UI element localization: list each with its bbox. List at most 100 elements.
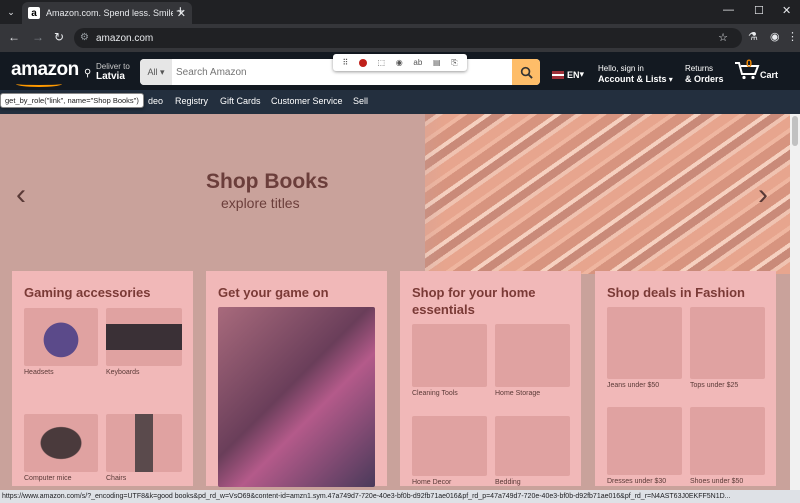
tile-tops[interactable]: Tops under $25 <box>690 307 765 389</box>
tile-gaming-pc[interactable] <box>218 307 375 487</box>
search-category-label: All <box>147 67 158 77</box>
bookmark-star-icon[interactable]: ☆ <box>718 31 728 44</box>
tab-search-icon[interactable]: ⌄ <box>4 5 18 19</box>
cart-button[interactable]: 0 Cart <box>734 58 778 80</box>
tile-label: Cleaning Tools <box>412 390 458 397</box>
tab-title: Amazon.com. Spend less. Smile <box>46 8 173 18</box>
tile-label: Home Decor <box>412 479 452 486</box>
page-scrollbar[interactable] <box>790 114 800 490</box>
status-bar-url: https://www.amazon.com/s/?_encoding=UTF8… <box>0 490 800 503</box>
card-fashion-deals[interactable]: Shop deals in Fashion Jeans under $50 To… <box>595 271 776 486</box>
tile-label: Keyboards <box>106 369 140 376</box>
returns-label: Returns <box>685 64 714 73</box>
hero-title[interactable]: Shop Books <box>206 170 329 194</box>
browser-tab-bar: ⌄ a Amazon.com. Spend less. Smile ✕ + — … <box>0 0 800 24</box>
carousel-prev-icon[interactable]: ‹ <box>16 178 26 212</box>
pick-locator-icon[interactable]: ⬚ <box>378 58 386 67</box>
bedding-image <box>495 416 570 476</box>
tile-headsets[interactable]: Headsets <box>24 308 98 376</box>
new-tab-icon[interactable]: + <box>176 3 185 20</box>
tile-shoes[interactable]: Shoes under $50 <box>690 407 765 485</box>
tile-bedding[interactable]: Bedding <box>495 416 570 486</box>
reload-icon[interactable]: ↻ <box>54 30 64 44</box>
browser-tab[interactable]: a Amazon.com. Spend less. Smile ✕ <box>22 2 192 24</box>
locator-tooltip: get_by_role("link", name="Shop Books") <box>0 93 144 108</box>
assert-value-icon[interactable]: ▤ <box>433 58 441 67</box>
minimize-icon[interactable]: — <box>723 4 734 16</box>
deliver-country: Latvia <box>96 71 125 82</box>
scrollbar-thumb[interactable] <box>792 116 798 146</box>
nav-link-video[interactable]: deo <box>148 96 163 106</box>
record-icon[interactable] <box>358 58 367 67</box>
recorder-toolbar: ⠿ ⬚ ◉ ab ▤ ⎘ <box>333 54 467 71</box>
card-get-your-game-on[interactable]: Get your game on <box>206 271 387 487</box>
deliver-to[interactable]: ⚲ Deliver to Latvia <box>84 62 130 82</box>
tile-dresses[interactable]: Dresses under $30 <box>607 407 682 485</box>
lab-flask-icon[interactable]: ⚗ <box>748 30 758 43</box>
search-category-select[interactable]: All ▾ <box>140 59 172 85</box>
nav-link-customer-service[interactable]: Customer Service <box>271 96 343 106</box>
drag-handle-icon[interactable]: ⠿ <box>342 58 348 67</box>
tile-home-storage[interactable]: Home Storage <box>495 324 570 397</box>
deliver-label: Deliver to <box>96 62 130 71</box>
card-title[interactable]: Get your game on <box>218 284 329 301</box>
shoes-image <box>690 407 765 475</box>
tile-label: Shoes under $50 <box>690 478 744 485</box>
tile-label: Computer mice <box>24 475 72 482</box>
cleaning-tools-image <box>412 324 487 387</box>
tile-label: Headsets <box>24 369 54 376</box>
amazon-favicon-icon: a <box>28 7 40 19</box>
assert-visibility-icon[interactable]: ◉ <box>396 58 403 67</box>
nav-link-registry[interactable]: Registry <box>175 96 208 106</box>
assert-text-icon[interactable]: ab <box>413 58 422 67</box>
tile-chairs[interactable]: Chairs <box>106 414 182 482</box>
jeans-image <box>607 307 682 379</box>
tile-computer-mice[interactable]: Computer mice <box>24 414 98 482</box>
returns-orders[interactable]: Returns & Orders <box>685 63 724 85</box>
dresses-image <box>607 407 682 475</box>
amazon-smile-icon <box>16 81 62 87</box>
card-title[interactable]: Shop deals in Fashion <box>607 284 745 301</box>
home-decor-image <box>412 416 487 476</box>
card-title[interactable]: Gaming accessories <box>24 284 150 301</box>
card-gaming-accessories[interactable]: Gaming accessories Headsets Keyboards Co… <box>12 271 193 486</box>
tile-home-decor[interactable]: Home Decor <box>412 416 487 486</box>
profile-icon[interactable]: ◉ <box>770 30 780 43</box>
hero-subtitle: explore titles <box>221 195 300 211</box>
home-storage-image <box>495 324 570 387</box>
tile-label: Tops under $25 <box>690 382 739 389</box>
headset-image <box>24 308 98 366</box>
account-menu[interactable]: Hello, sign in Account & Lists ▾ <box>598 63 673 85</box>
tile-label: Bedding <box>495 479 521 486</box>
url-bar[interactable]: ⚙ amazon.com ☆ <box>74 28 742 48</box>
back-icon[interactable]: ← <box>8 30 20 44</box>
maximize-icon[interactable]: ☐ <box>754 4 764 17</box>
menu-kebab-icon[interactable]: ⋮ <box>787 30 798 43</box>
tile-label: Jeans under $50 <box>607 382 660 389</box>
hero-banner[interactable]: Shop Books explore titles ‹ › Gaming acc… <box>0 114 790 490</box>
card-home-essentials[interactable]: Shop for your home essentials Cleaning T… <box>400 271 581 486</box>
orders-label: & Orders <box>685 74 724 84</box>
address-toolbar: ← → ↻ ⚙ amazon.com ☆ ⚗ ◉ ⋮ <box>0 24 800 52</box>
nav-link-sell[interactable]: Sell <box>353 96 368 106</box>
cart-count: 0 <box>746 58 753 70</box>
forward-icon[interactable]: → <box>32 30 44 44</box>
copy-icon[interactable]: ⎘ <box>451 58 457 68</box>
url-text: amazon.com <box>96 32 154 44</box>
books-hero-image <box>365 114 790 274</box>
mouse-image <box>24 414 98 472</box>
carousel-next-icon[interactable]: › <box>758 178 768 212</box>
location-pin-icon: ⚲ <box>84 68 92 79</box>
tile-keyboards[interactable]: Keyboards <box>106 308 182 376</box>
tile-label: Dresses under $30 <box>607 478 667 485</box>
tile-cleaning-tools[interactable]: Cleaning Tools <box>412 324 487 397</box>
close-window-icon[interactable]: ✕ <box>782 4 791 17</box>
amazon-logo[interactable]: amazon <box>11 59 79 81</box>
card-title[interactable]: Shop for your home essentials <box>412 284 581 318</box>
site-info-icon[interactable]: ⚙ <box>80 32 89 43</box>
language-selector[interactable]: EN ▾ <box>552 69 584 80</box>
chair-image <box>106 414 182 472</box>
nav-link-gift-cards[interactable]: Gift Cards <box>220 96 261 106</box>
search-button[interactable] <box>512 59 540 85</box>
tile-jeans[interactable]: Jeans under $50 <box>607 307 682 389</box>
